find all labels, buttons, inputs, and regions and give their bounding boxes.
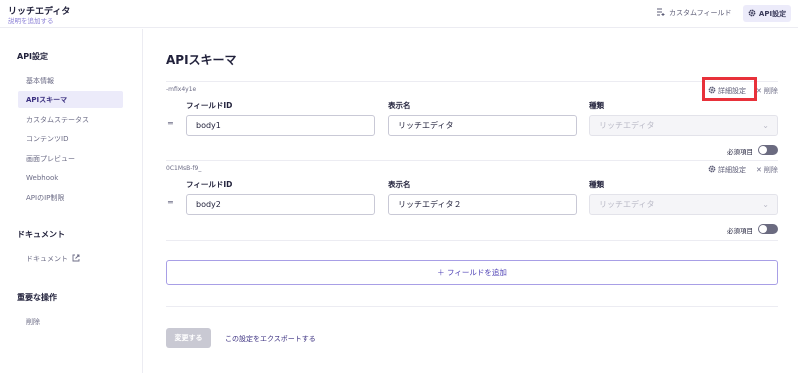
type-select[interactable]: リッチエディタ ⌄ [589,115,778,136]
page-title: APIスキーマ [166,53,237,67]
type-select[interactable]: リッチエディタ ⌄ [589,194,778,215]
required-toggle[interactable] [758,145,778,155]
field-id-input[interactable]: body2 [186,194,375,215]
close-icon: ✕ [756,87,762,95]
divider [166,240,778,241]
add-field-button[interactable]: ＋ フィールドを追加 [166,260,778,285]
divider [166,81,778,82]
detail-settings-label: 詳細設定 [718,166,746,174]
display-name-input[interactable]: リッチエディタ [388,115,577,136]
divider [166,160,778,161]
field-id-label: フィールドID [186,180,233,189]
field-internal-id: 0C1MsB-f9_ [166,165,202,172]
sidebar-heading-api: API設定 [17,52,49,61]
sidebar-item-api-schema[interactable]: APIスキーマ [18,91,123,108]
type-label: 種類 [589,101,604,110]
sidebar-item-screen-preview[interactable]: 画面プレビュー [18,150,123,167]
type-label: 種類 [589,180,604,189]
drag-handle-icon[interactable]: ═ [168,119,173,128]
sidebar-heading-danger: 重要な操作 [17,293,57,302]
gear-icon [708,165,716,175]
sidebar-heading-docs: ドキュメント [17,230,65,239]
sidebar-item-ip-restriction[interactable]: APIのIP制限 [18,189,123,206]
delete-field-button[interactable]: ✕ 削除 [756,86,778,96]
type-select-value: リッチエディタ [599,200,655,209]
chevron-down-icon: ⌄ [762,200,769,209]
display-name-label: 表示名 [388,180,411,189]
custom-field-label: カスタムフィールド [669,9,732,17]
api-settings-button[interactable]: API設定 [743,5,791,22]
field-internal-id: -mfix4y1e [166,86,197,93]
gear-icon [748,9,756,19]
sidebar-item-delete[interactable]: 削除 [18,313,123,330]
chevron-down-icon: ⌄ [762,121,769,130]
field-id-input[interactable]: body1 [186,115,375,136]
list-plus-icon [657,8,666,18]
export-settings-link[interactable]: この設定をエクスポートする [225,334,316,344]
add-description-link[interactable]: 説明を追加する [8,15,54,25]
sidebar: API設定 基本情報 APIスキーマ カスタムステータス コンテンツID 画面プ… [0,29,143,373]
sidebar-item-basic-info[interactable]: 基本情報 [18,72,123,89]
type-select-value: リッチエディタ [599,121,655,130]
save-changes-button[interactable]: 変更する [166,328,211,348]
api-settings-label: API設定 [758,9,787,18]
sidebar-item-docs[interactable]: ドキュメント [18,250,123,267]
highlight-annotation-box [702,77,757,101]
field-id-label: フィールドID [186,101,233,110]
close-icon: ✕ [756,166,762,174]
required-toggle[interactable] [758,224,778,234]
sidebar-item-content-id[interactable]: コンテンツID [18,130,123,147]
divider [166,306,778,307]
detail-settings-button[interactable]: 詳細設定 [708,165,746,175]
sidebar-item-webhook[interactable]: Webhook [18,169,123,186]
sidebar-item-custom-status[interactable]: カスタムステータス [18,111,123,128]
external-link-icon [72,254,80,264]
required-label: 必須項目 [727,227,753,235]
delete-field-button[interactable]: ✕ 削除 [756,165,778,175]
required-label: 必須項目 [727,148,753,156]
top-bar: リッチエディタ 説明を追加する カスタムフィールド API設定 [0,0,798,28]
drag-handle-icon[interactable]: ═ [168,198,173,207]
display-name-input[interactable]: リッチエディタ２ [388,194,577,215]
delete-label: 削除 [763,87,778,95]
delete-label: 削除 [763,166,778,174]
custom-field-button[interactable]: カスタムフィールド [657,8,731,18]
display-name-label: 表示名 [388,101,411,110]
docs-label: ドキュメント [26,254,68,263]
